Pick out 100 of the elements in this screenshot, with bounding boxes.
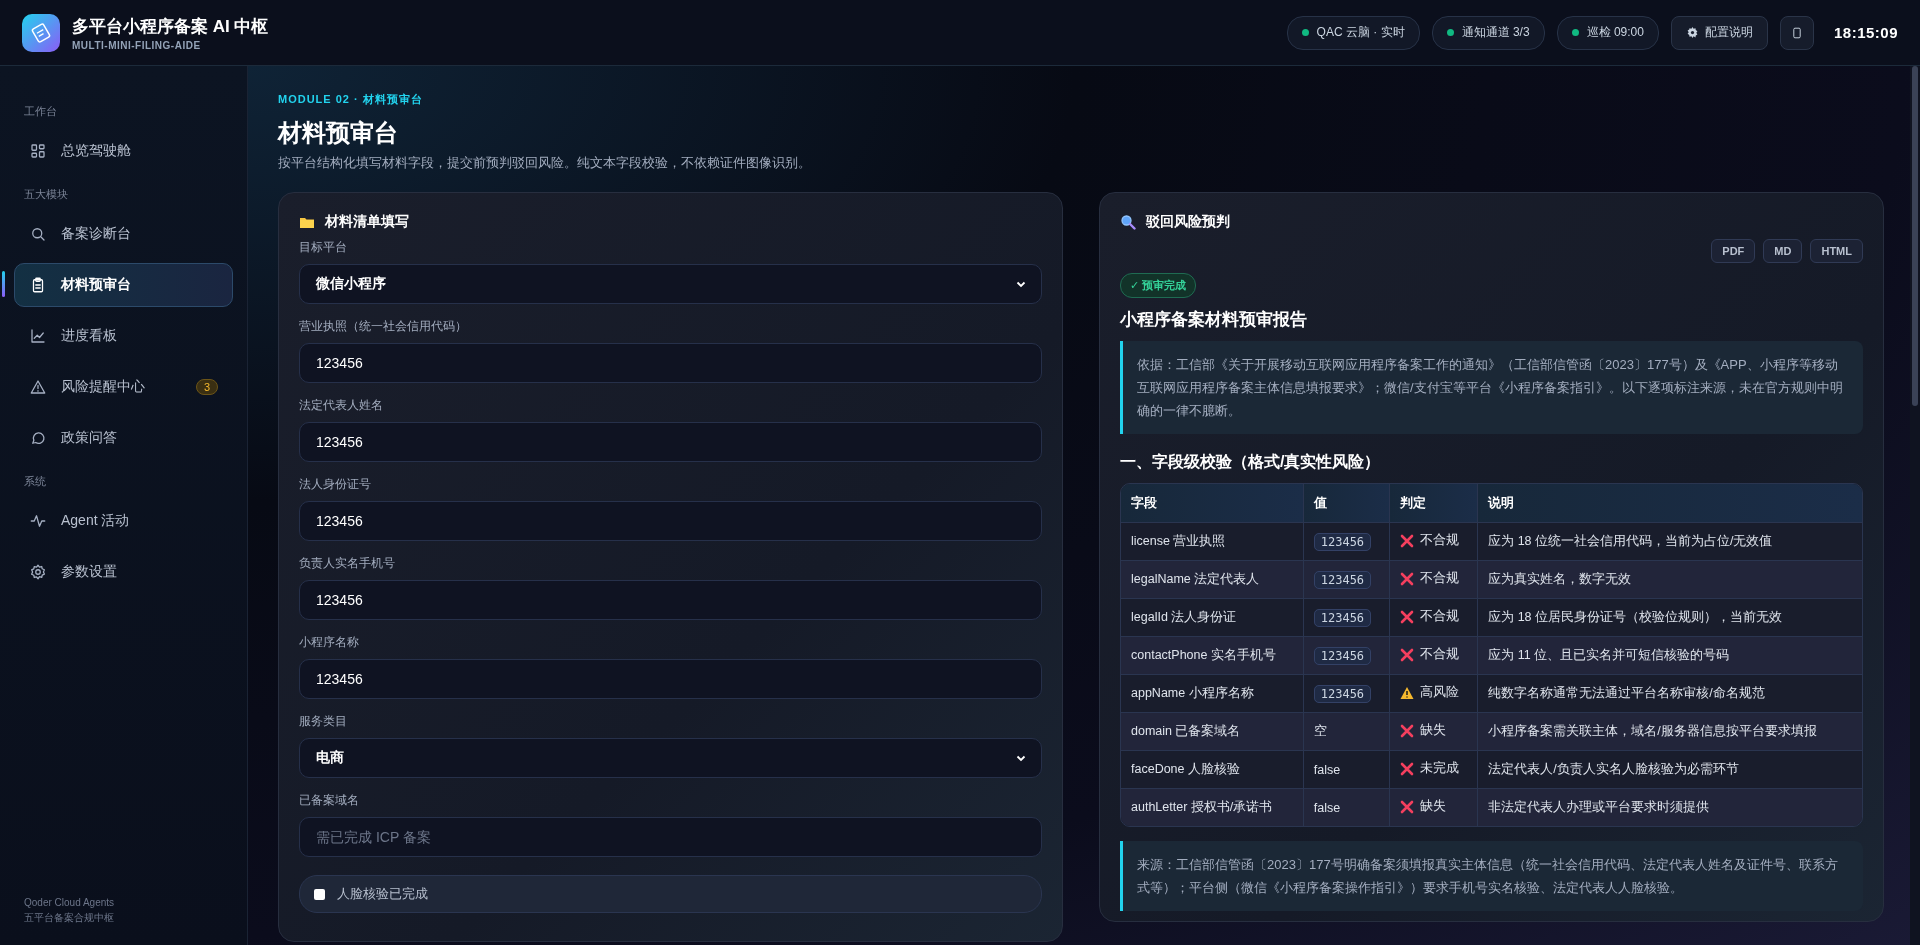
- count-badge: 3: [195, 379, 218, 395]
- input-field[interactable]: 123456: [299, 343, 1042, 383]
- table-cell: 法定代表人/负责人实名人脸核验为必需环节: [1478, 750, 1862, 788]
- sidebar-item[interactable]: 总览驾驶舱: [14, 129, 233, 173]
- verdict-text: 不合规: [1420, 570, 1460, 588]
- magnifier-icon: [1120, 214, 1136, 230]
- page-title: 材料预审台: [278, 118, 399, 148]
- table-cell: 应为 11 位、且已实名并可短信核验的号码: [1478, 636, 1862, 674]
- report-title: 小程序备案材料预审报告: [1120, 309, 1308, 331]
- line-chart-icon: [29, 327, 47, 345]
- sidebar-item[interactable]: 政策问答: [14, 416, 233, 460]
- input-field[interactable]: 需已完成 ICP 备案: [299, 817, 1042, 857]
- verdict-text: 高风险: [1420, 684, 1460, 702]
- select-field[interactable]: 微信小程序: [299, 264, 1042, 304]
- sidebar-section-title: 工作台: [23, 104, 58, 119]
- warning-icon: [29, 378, 47, 396]
- status-label: 巡检 09:00: [1586, 24, 1644, 41]
- source-note: 来源：工信部信管函〔2023〕177号明确备案须填报真实主体信息（统一社会信用代码、法定代表人姓名及证件号、联系方式等）；平台侧（微信《小程序备案操作指引》）要求手机号实名核验、法定代表人人脸核验。: [1120, 841, 1863, 911]
- status-dot: [1446, 29, 1454, 36]
- phone-button[interactable]: [1779, 15, 1814, 50]
- select-field[interactable]: 电商: [299, 738, 1042, 778]
- export-button[interactable]: PDF: [1711, 239, 1756, 263]
- export-button[interactable]: HTML: [1810, 239, 1863, 263]
- phone-icon: [1792, 26, 1801, 39]
- sidebar-item-label: 政策问答: [61, 429, 118, 447]
- clock: 18:15:09: [1833, 24, 1898, 41]
- sidebar-section-title: 五大模块: [23, 187, 69, 202]
- checkbox-row[interactable]: 人脸核验已完成: [299, 875, 1042, 913]
- checkbox[interactable]: [314, 888, 325, 900]
- checkbox-label: 人脸核验已完成: [337, 885, 428, 903]
- sidebar-item-label: 总览驾驶舱: [61, 142, 132, 160]
- chat-icon: [29, 429, 47, 447]
- input-field[interactable]: 123456: [299, 659, 1042, 699]
- section-heading: 一、字段级校验（格式/真实性风险）: [1120, 452, 1382, 472]
- input-field[interactable]: 123456: [299, 580, 1042, 620]
- field-label: 已备案域名: [299, 792, 360, 809]
- warning-icon: [1400, 685, 1415, 700]
- field-label: 法人身份证号: [299, 476, 372, 493]
- sidebar-item[interactable]: 风险提醒中心 3: [14, 365, 233, 409]
- config-button[interactable]: 配置说明: [1670, 15, 1768, 50]
- table-cell: 应为 18 位统一社会信用代码，当前为占位/无效值: [1478, 522, 1862, 560]
- sidebar-footer-text: 五平台备案合规中枢: [23, 911, 115, 925]
- input-field[interactable]: 123456: [299, 422, 1042, 462]
- sidebar-item[interactable]: 备案诊断台: [14, 212, 233, 256]
- sidebar-item[interactable]: 进度看板: [14, 314, 233, 358]
- verdict-text: 缺失: [1420, 798, 1447, 816]
- status-dot: [1301, 29, 1309, 36]
- active-indicator: [2, 271, 5, 297]
- sidebar-item[interactable]: 参数设置: [14, 550, 233, 594]
- sidebar-item-label: 风险提醒中心: [61, 378, 146, 396]
- field-label: 小程序名称: [299, 634, 360, 651]
- column-header: 判定: [1390, 484, 1479, 522]
- table-cell: domain 已备案域名: [1121, 712, 1304, 750]
- table-cell: authLetter 授权书/承诺书: [1121, 788, 1304, 826]
- value-chip: 123456: [1313, 646, 1372, 665]
- cross-icon: [1400, 723, 1415, 738]
- value-chip: 123456: [1313, 570, 1372, 589]
- field-label: 目标平台: [299, 239, 348, 256]
- input-field[interactable]: 123456: [299, 501, 1042, 541]
- cross-icon: [1400, 609, 1415, 624]
- app-subtitle: MULTI-MINI-FILING-AIDE: [72, 39, 202, 51]
- cross-icon: [1400, 571, 1415, 586]
- scrollbar[interactable]: [1910, 66, 1920, 945]
- sidebar-item[interactable]: Agent 活动: [14, 499, 233, 543]
- verdict-text: 不合规: [1420, 608, 1460, 626]
- module-label: MODULE 02 · 材料预审台: [278, 92, 424, 107]
- table-cell: legalName 法定代表人: [1121, 560, 1304, 598]
- field-label: 法定代表人姓名: [299, 397, 384, 414]
- table-cell: faceDone 人脸核验: [1121, 750, 1304, 788]
- table-cell: contactPhone 实名手机号: [1121, 636, 1304, 674]
- column-header: 字段: [1121, 484, 1304, 522]
- card-title: 材料清单填写: [325, 213, 409, 231]
- sidebar-item-label: Agent 活动: [61, 512, 131, 530]
- status-label: 通知通道 3/3: [1461, 24, 1530, 41]
- sidebar-item-label: 材料预审台: [61, 276, 132, 294]
- cross-icon: [1400, 799, 1415, 814]
- sidebar-footer-text: Qoder Cloud Agents: [23, 896, 116, 910]
- settings-icon: [29, 563, 47, 581]
- settings-icon: [1685, 26, 1699, 39]
- sidebar-item-label: 参数设置: [61, 563, 118, 581]
- export-button[interactable]: MD: [1763, 239, 1803, 263]
- table-cell: 小程序备案需关联主体，域名/服务器信息按平台要求填报: [1478, 712, 1862, 750]
- field-label: 服务类目: [299, 713, 348, 730]
- table-cell: 非法定代表人办理或平台要求时须提供: [1478, 788, 1862, 826]
- column-header: 值: [1303, 484, 1391, 522]
- table-cell: appName 小程序名称: [1121, 674, 1304, 712]
- cross-icon: [1400, 533, 1415, 548]
- value-chip: 123456: [1313, 684, 1372, 703]
- sidebar-section-title: 系统: [23, 474, 47, 489]
- status-badge: ✓ 预审完成: [1120, 273, 1197, 298]
- verdict-text: 不合规: [1420, 646, 1460, 664]
- table-cell: 应为真实姓名，数字无效: [1478, 560, 1862, 598]
- card-title: 驳回风险预判: [1146, 213, 1230, 231]
- status-dot: [1571, 29, 1579, 36]
- sidebar-item-label: 进度看板: [61, 327, 118, 345]
- table-cell: 应为 18 位居民身份证号（校验位规则），当前无效: [1478, 598, 1862, 636]
- table-cell: false: [1313, 762, 1341, 777]
- table-cell: 空: [1313, 724, 1327, 738]
- value-chip: 123456: [1313, 532, 1372, 551]
- table-cell: false: [1313, 800, 1341, 815]
